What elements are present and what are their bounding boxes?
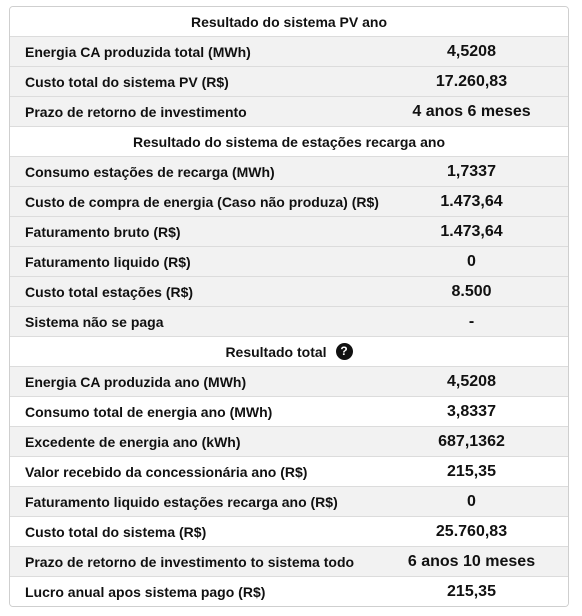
row-value: 3,8337 (447, 402, 496, 420)
table-row: Custo de compra de energia (Caso não pro… (10, 187, 568, 217)
row-label: Faturamento liquido estações recarga ano… (25, 493, 338, 510)
row-label: Custo total estações (R$) (25, 283, 194, 300)
question-circle-icon[interactable]: ? (335, 343, 353, 360)
table-row: Consumo total de energia ano (MWh) 3,833… (10, 397, 568, 427)
row-value: 1,7337 (447, 162, 496, 180)
row-value: 4 anos 6 meses (412, 102, 531, 120)
row-value: 1.473,64 (440, 192, 503, 210)
row-label: Lucro anual apos sistema pago (R$) (25, 583, 266, 600)
row-value: 215,35 (447, 582, 496, 600)
results-panel: Resultado do sistema PV ano Energia CA p… (9, 6, 569, 607)
table-row: Custo total do sistema PV (R$) 17.260,83 (10, 67, 568, 97)
table-row: Faturamento liquido estações recarga ano… (10, 487, 568, 517)
table-row: Prazo de retorno de investimento to sist… (10, 547, 568, 577)
table-row: Custo total estações (R$) 8.500 (10, 277, 568, 307)
row-label: Prazo de retorno de investimento to sist… (25, 553, 355, 570)
row-value: 6 anos 10 meses (407, 552, 536, 570)
row-label: Energia CA produzida ano (MWh) (25, 373, 247, 390)
row-label: Valor recebido da concessionária ano (R$… (25, 463, 308, 480)
row-label: Faturamento bruto (R$) (25, 223, 181, 240)
row-value: 687,1362 (438, 432, 505, 450)
row-label: Sistema não se paga (25, 313, 164, 330)
row-label: Excedente de energia ano (kWh) (25, 433, 241, 450)
row-label: Faturamento liquido (R$) (25, 253, 191, 270)
row-value: 4,5208 (447, 372, 496, 390)
row-value: 8.500 (451, 282, 492, 300)
row-label: Custo total do sistema (R$) (25, 523, 207, 540)
row-label: Custo de compra de energia (Caso não pro… (25, 193, 379, 210)
table-row: Energia CA produzida ano (MWh) 4,5208 (10, 367, 568, 397)
section-header-pv: Resultado do sistema PV ano (10, 7, 568, 37)
row-value: 215,35 (447, 462, 496, 480)
row-value: 0 (467, 492, 476, 510)
table-row: Faturamento liquido (R$) 0 (10, 247, 568, 277)
table-row: Faturamento bruto (R$) 1.473,64 (10, 217, 568, 247)
section-header-total: Resultado total ? (10, 337, 568, 367)
row-label: Custo total do sistema PV (R$) (25, 73, 229, 90)
row-value: 0 (467, 252, 476, 270)
section-title: Resultado do sistema de estações recarga… (132, 133, 445, 150)
row-value: 4,5208 (447, 42, 496, 60)
section-title: Resultado do sistema PV ano (190, 13, 388, 30)
table-row: Sistema não se paga - (10, 307, 568, 337)
row-label: Prazo de retorno de investimento (25, 103, 247, 120)
section-header-recharge: Resultado do sistema de estações recarga… (10, 127, 568, 157)
row-value: 25.760,83 (435, 522, 508, 540)
table-row: Valor recebido da concessionária ano (R$… (10, 457, 568, 487)
row-value: - (468, 312, 475, 330)
table-row: Energia CA produzida total (MWh) 4,5208 (10, 37, 568, 67)
table-row: Prazo de retorno de investimento 4 anos … (10, 97, 568, 127)
row-label: Consumo estações de recarga (MWh) (25, 163, 275, 180)
table-row: Custo total do sistema (R$) 25.760,83 (10, 517, 568, 547)
table-row: Lucro anual apos sistema pago (R$) 215,3… (10, 577, 568, 606)
row-label: Energia CA produzida total (MWh) (25, 43, 251, 60)
row-label: Consumo total de energia ano (MWh) (25, 403, 273, 420)
section-title: Resultado total (225, 343, 327, 360)
table-row: Excedente de energia ano (kWh) 687,1362 (10, 427, 568, 457)
table-row: Consumo estações de recarga (MWh) 1,7337 (10, 157, 568, 187)
row-value: 1.473,64 (440, 222, 503, 240)
row-value: 17.260,83 (435, 72, 508, 90)
